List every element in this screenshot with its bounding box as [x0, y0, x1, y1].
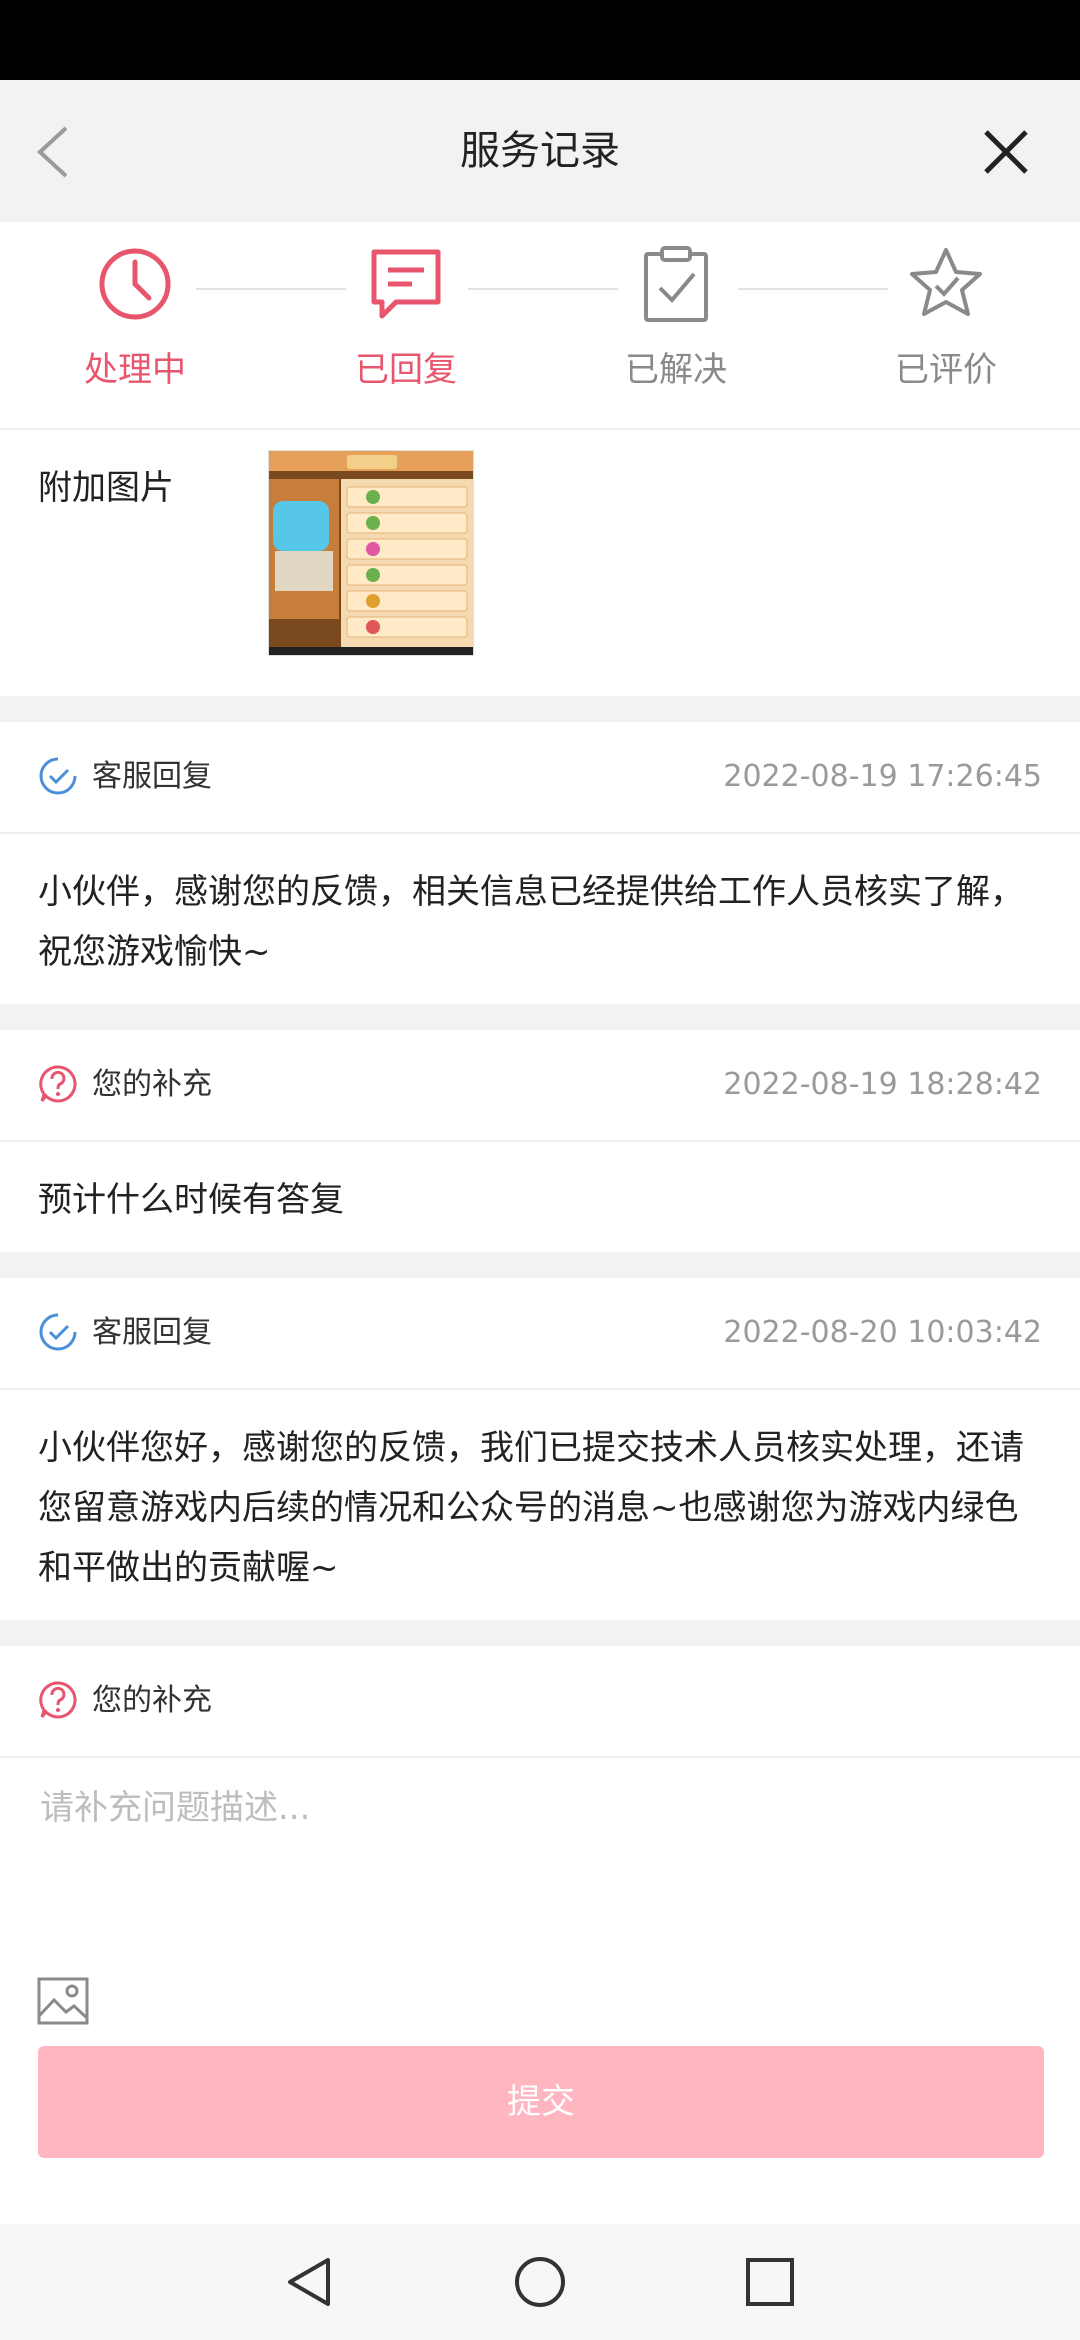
- compose-input-area: [0, 1758, 1080, 2046]
- progress-steps: 处理中 已回复 已解决 已评价: [0, 222, 1080, 430]
- record-text: 预计什么时候有答复: [0, 1142, 1080, 1252]
- submit-button[interactable]: 提交: [38, 2046, 1044, 2158]
- screenshot-image: [269, 451, 473, 655]
- record-type: 客服回复: [92, 759, 212, 794]
- check-circle-icon: [39, 1313, 77, 1351]
- nav-recents-button[interactable]: [742, 2254, 798, 2310]
- record-card: 客服回复 2022-08-19 17:26:45 小伙伴，感谢您的反馈，相关信息…: [0, 722, 1080, 1004]
- section-divider: [0, 696, 1080, 722]
- compose-header: 您的补充: [0, 1646, 1080, 1758]
- close-icon: [984, 130, 1028, 174]
- supplement-input[interactable]: [38, 1778, 1042, 1962]
- record-type: 客服回复: [92, 1315, 212, 1350]
- step-resolved: 已解决: [576, 244, 776, 391]
- header: 服务记录: [0, 80, 1080, 222]
- add-image-button[interactable]: [36, 1976, 90, 2026]
- record-time: 2022-08-20 10:03:42: [723, 1315, 1042, 1350]
- step-label: 已回复: [355, 350, 457, 390]
- triangle-back-icon: [288, 2258, 330, 2306]
- section-divider: [0, 1004, 1080, 1030]
- star-check-icon: [910, 248, 982, 316]
- nav-back-button[interactable]: [282, 2254, 338, 2310]
- question-circle-icon: [39, 1065, 77, 1103]
- compose-type: 您的补充: [92, 1683, 212, 1718]
- record-header: 客服回复 2022-08-19 17:26:45: [0, 722, 1080, 834]
- record-header: 客服回复 2022-08-20 10:03:42: [0, 1278, 1080, 1390]
- record-text: 小伙伴您好，感谢您的反馈，我们已提交技术人员核实处理，还请您留意游戏内后续的情况…: [0, 1390, 1080, 1620]
- section-divider: [0, 1620, 1080, 1646]
- nav-home-button[interactable]: [512, 2254, 568, 2310]
- step-rated: 已评价: [846, 244, 1046, 391]
- record-card: 您的补充 2022-08-19 18:28:42 预计什么时候有答复: [0, 1030, 1080, 1252]
- system-nav-bar: [0, 2224, 1080, 2340]
- step-processing: 处理中: [35, 244, 235, 391]
- step-label: 已解决: [625, 350, 727, 390]
- close-button[interactable]: [976, 122, 1036, 182]
- page-title: 服务记录: [460, 128, 620, 174]
- section-divider: [0, 1252, 1080, 1278]
- record-time: 2022-08-19 17:26:45: [723, 759, 1042, 794]
- circle-home-icon: [515, 2257, 565, 2307]
- step-label: 已评价: [895, 350, 997, 390]
- attachment-label: 附加图片: [38, 468, 174, 508]
- record-time: 2022-08-19 18:28:42: [723, 1067, 1042, 1102]
- step-replied: 已回复: [306, 244, 506, 391]
- square-recents-icon: [746, 2258, 794, 2306]
- attachment-thumbnail[interactable]: [268, 450, 474, 656]
- check-circle-icon: [39, 757, 77, 795]
- message-icon: [371, 249, 441, 319]
- question-circle-icon: [39, 1681, 77, 1719]
- compose-card: 您的补充 提交: [0, 1646, 1080, 2166]
- record-text: 小伙伴，感谢您的反馈，相关信息已经提供给工作人员核实了解，祝您游戏愉快~: [0, 834, 1080, 1004]
- record-type: 您的补充: [92, 1067, 212, 1102]
- image-icon: [37, 1977, 89, 2025]
- submit-wrap: 提交: [0, 2046, 1080, 2166]
- status-bar: [0, 0, 1080, 80]
- record-card: 客服回复 2022-08-20 10:03:42 小伙伴您好，感谢您的反馈，我们…: [0, 1278, 1080, 1620]
- record-header: 您的补充 2022-08-19 18:28:42: [0, 1030, 1080, 1142]
- clock-icon: [99, 248, 171, 320]
- step-label: 处理中: [84, 350, 186, 390]
- attachment-section: 附加图片: [0, 430, 1080, 696]
- clipboard-check-icon: [644, 246, 708, 322]
